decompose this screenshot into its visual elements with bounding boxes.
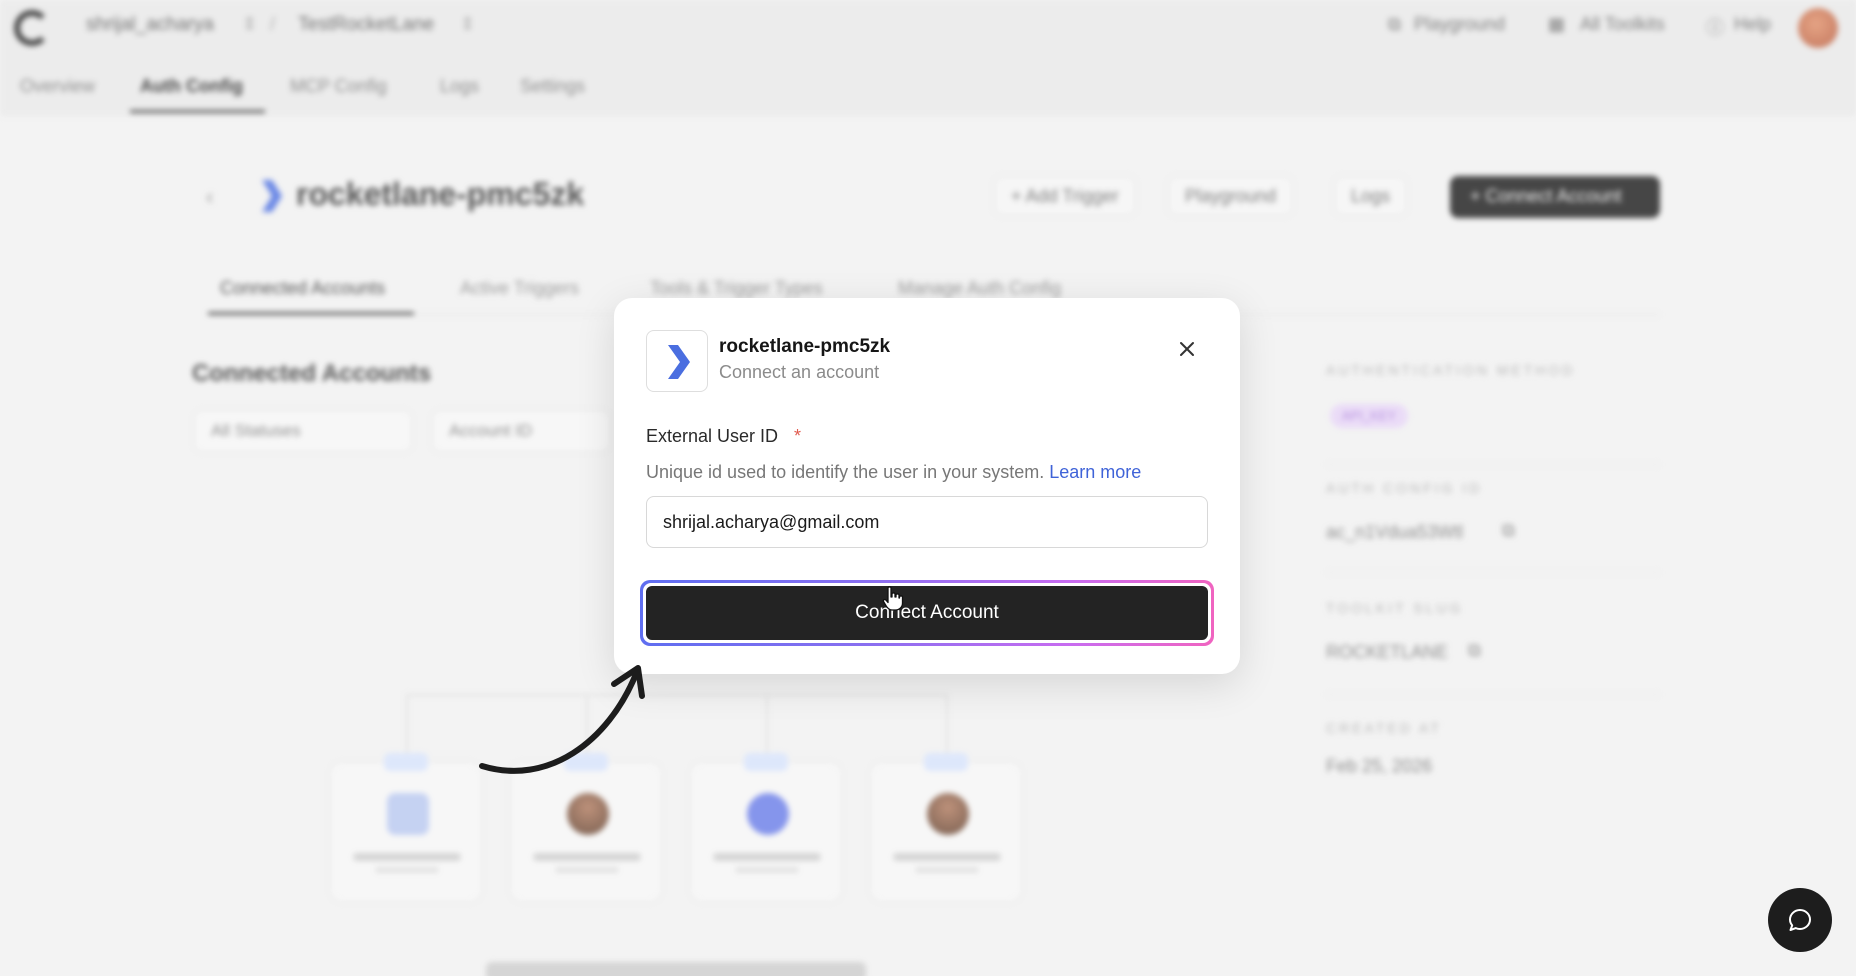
required-marker: *	[794, 426, 802, 446]
dialog-subtitle: Connect an account	[719, 362, 880, 382]
field-help-text: Unique id used to identify the user in y…	[646, 462, 1141, 483]
chat-bubble-icon	[1789, 909, 1811, 931]
help-text: Unique id used to identify the user in y…	[646, 462, 1045, 482]
external-user-id-label: External User ID	[646, 426, 779, 446]
hand-cursor-icon	[882, 586, 904, 611]
connect-account-button[interactable]: Connect Account	[646, 586, 1208, 640]
close-button[interactable]	[1172, 334, 1202, 364]
learn-more-link[interactable]: Learn more	[1049, 462, 1141, 482]
connect-button-focus-ring: Connect Account	[640, 580, 1214, 646]
external-user-id-input[interactable]	[646, 496, 1208, 548]
chat-button[interactable]	[1768, 888, 1832, 952]
annotation-arrow-icon	[479, 665, 645, 774]
close-icon	[1180, 342, 1194, 356]
dialog-title: rocketlane-pmc5zk	[719, 336, 891, 357]
rocketlane-logo-icon	[668, 345, 690, 379]
toolkit-logo	[646, 330, 708, 392]
connect-account-dialog: rocketlane-pmc5zk Connect an account Ext…	[614, 298, 1240, 674]
